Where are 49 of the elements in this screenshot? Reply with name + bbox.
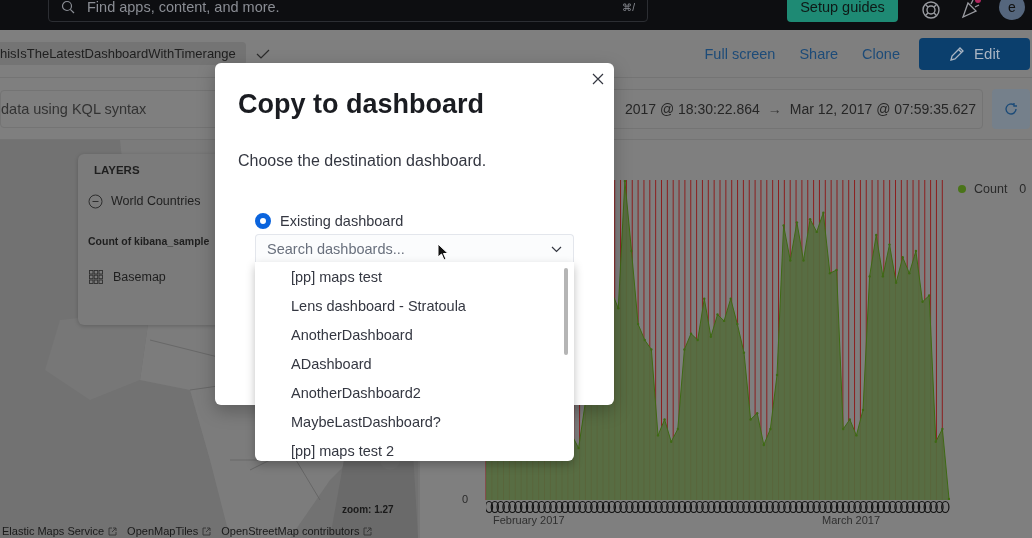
attribution-link[interactable]: OpenStreetMap contributors	[221, 525, 360, 537]
user-avatar[interactable]: e	[999, 0, 1025, 20]
attribution-link[interactable]: OpenMapTiles	[127, 525, 199, 537]
search-placeholder: Find apps, content, and more.	[87, 0, 281, 15]
modal-title: Copy to dashboard	[238, 88, 485, 121]
radio-button[interactable]	[255, 213, 271, 229]
check-icon	[255, 48, 270, 59]
external-link-icon	[108, 526, 118, 536]
edit-button[interactable]: Edit	[919, 37, 1030, 70]
dropdown-option[interactable]: MaybeLastDashboard?	[255, 408, 574, 437]
external-link-icon	[363, 526, 373, 536]
layer-group-title: Count of kibana_sample	[88, 235, 210, 247]
header-link[interactable]: Full screen	[704, 45, 776, 62]
legend-value: 0	[1019, 182, 1027, 196]
dashboard-title[interactable]: hisIsTheLatestDashboardWithTimerange	[0, 42, 246, 65]
dropdown-option[interactable]: [pp] maps test	[255, 263, 574, 292]
dropdown-option[interactable]: [pp] maps test 2	[255, 437, 574, 461]
scrollbar-thumb[interactable]	[564, 268, 568, 355]
close-icon	[592, 73, 604, 85]
axis-label: 0	[461, 493, 468, 505]
global-search-field[interactable]: Find apps, content, and more. ⌘/	[48, 0, 648, 22]
grid-icon[interactable]	[89, 270, 103, 284]
close-button[interactable]	[591, 72, 605, 86]
axis-label: February 2017	[493, 514, 566, 526]
dropdown-option[interactable]: ADashboard	[255, 350, 574, 379]
attribution-link[interactable]: Elastic Maps Service	[2, 525, 105, 537]
setup-guides-button[interactable]: Setup guides	[787, 0, 898, 22]
dropdown-option[interactable]: Lens dashboard - Stratoula	[255, 292, 574, 321]
header-link[interactable]: Clone	[862, 45, 900, 62]
layer-name[interactable]: Basemap	[113, 270, 166, 284]
dropdown-option[interactable]: AnotherDashboard	[255, 321, 574, 350]
keyboard-shortcut: ⌘/	[622, 1, 635, 13]
refresh-icon	[1004, 101, 1018, 116]
zoom-level: zoom: 1.27	[342, 504, 394, 515]
axis-label: March 2017	[822, 514, 882, 526]
help-icon[interactable]	[921, 0, 941, 20]
layers-title: LAYERS	[94, 164, 141, 176]
header-link[interactable]: Share	[799, 45, 839, 62]
external-link-icon	[202, 526, 212, 536]
search-icon	[61, 0, 75, 14]
party-popper-icon[interactable]	[960, 0, 982, 19]
minus-circle-icon[interactable]	[88, 193, 103, 209]
dropdown-option[interactable]: AnotherDashboard2	[255, 379, 574, 408]
chevron-down-icon[interactable]	[551, 245, 562, 253]
layer-name[interactable]: World Countries	[111, 194, 201, 208]
modal-description: Choose the destination dashboard.	[238, 151, 488, 171]
legend-label[interactable]: Count	[974, 182, 1008, 196]
pencil-icon	[949, 45, 966, 62]
radio-label[interactable]: Existing dashboard	[280, 213, 404, 229]
